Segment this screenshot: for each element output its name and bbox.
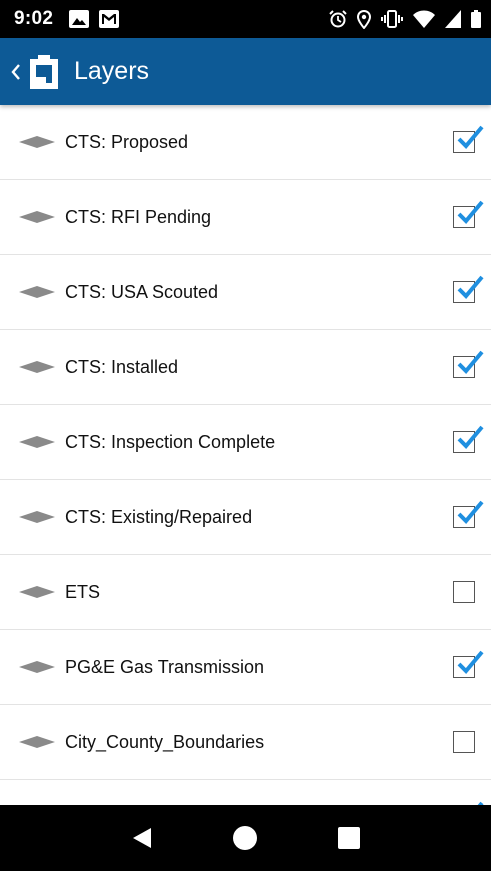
layer-label: CTS: USA Scouted (65, 281, 219, 302)
vibrate-icon (381, 10, 403, 28)
status-system-icons (329, 9, 481, 29)
layer-visibility-checkbox[interactable] (453, 650, 484, 678)
layer-row[interactable]: CTS: Installed (0, 330, 491, 405)
page-title: Layers (74, 57, 150, 85)
layer-label: City_County_Boundaries (65, 731, 265, 752)
layer-visibility-checkbox[interactable] (453, 350, 484, 378)
drag-handle-icon[interactable] (18, 584, 56, 600)
wifi-icon (413, 10, 435, 28)
recents-icon (338, 827, 361, 849)
drag-handle-icon[interactable] (18, 284, 56, 300)
layer-visibility-checkbox[interactable] (453, 200, 484, 228)
chevron-left-icon (11, 63, 20, 80)
layer-row[interactable] (0, 780, 491, 805)
layer-row[interactable]: CTS: Inspection Complete (0, 405, 491, 480)
layer-row[interactable]: PG&E Gas Transmission (0, 630, 491, 705)
image-notification-icon (69, 10, 90, 28)
layer-label: PG&E Gas Transmission (65, 656, 265, 677)
drag-handle-icon[interactable] (18, 434, 56, 450)
app-logo-icon (30, 54, 58, 89)
battery-icon (471, 10, 481, 28)
status-notification-icons (69, 10, 120, 28)
layer-label: CTS: Installed (65, 356, 179, 377)
layer-row[interactable]: CTS: USA Scouted (0, 255, 491, 330)
status-time: 9:02 (14, 8, 54, 29)
layer-row[interactable]: ETS (0, 555, 491, 630)
layer-row[interactable]: City_County_Boundaries (0, 705, 491, 780)
location-icon (357, 9, 371, 29)
layer-label: CTS: Inspection Complete (65, 431, 276, 452)
layer-label: ETS (65, 581, 101, 602)
checkmark-icon (457, 650, 484, 674)
back-icon (132, 828, 151, 848)
layer-visibility-checkbox[interactable] (453, 500, 484, 528)
layer-label: CTS: RFI Pending (65, 206, 212, 227)
status-bar: 9:02 (0, 0, 491, 38)
app-bar: Layers (0, 38, 491, 105)
drag-handle-icon[interactable] (18, 659, 56, 675)
back-button[interactable] (0, 38, 62, 105)
signal-icon (445, 10, 461, 28)
layer-row[interactable]: CTS: RFI Pending (0, 180, 491, 255)
alarm-icon (329, 10, 347, 28)
layer-label: CTS: Proposed (65, 131, 189, 152)
layer-label: CTS: Existing/Repaired (65, 506, 253, 527)
checkmark-icon (457, 200, 484, 224)
navigation-bar (0, 805, 491, 871)
drag-handle-icon[interactable] (18, 209, 56, 225)
checkmark-icon (457, 125, 484, 149)
drag-handle-icon[interactable] (18, 359, 56, 375)
drag-handle-icon[interactable] (18, 509, 56, 525)
layer-visibility-checkbox[interactable] (453, 425, 484, 453)
checkmark-icon (457, 275, 484, 299)
layer-visibility-checkbox[interactable] (453, 731, 475, 753)
layer-visibility-checkbox[interactable] (453, 125, 484, 153)
layer-visibility-checkbox[interactable] (453, 275, 484, 303)
layer-list[interactable]: CTS: Proposed CTS: RFI Pending CTS: USA … (0, 105, 491, 805)
checkmark-icon (457, 425, 484, 449)
nav-home-button[interactable] (225, 818, 265, 858)
layer-row[interactable]: CTS: Proposed (0, 105, 491, 180)
nav-recents-button[interactable] (329, 818, 369, 858)
home-icon (233, 826, 258, 850)
drag-handle-icon[interactable] (18, 134, 56, 150)
layer-visibility-checkbox[interactable] (453, 581, 475, 603)
nav-back-button[interactable] (122, 818, 162, 858)
checkmark-icon (457, 500, 484, 524)
gmail-notification-icon (99, 10, 120, 28)
layer-row[interactable]: CTS: Existing/Repaired (0, 480, 491, 555)
checkmark-icon (457, 350, 484, 374)
drag-handle-icon[interactable] (18, 734, 56, 750)
